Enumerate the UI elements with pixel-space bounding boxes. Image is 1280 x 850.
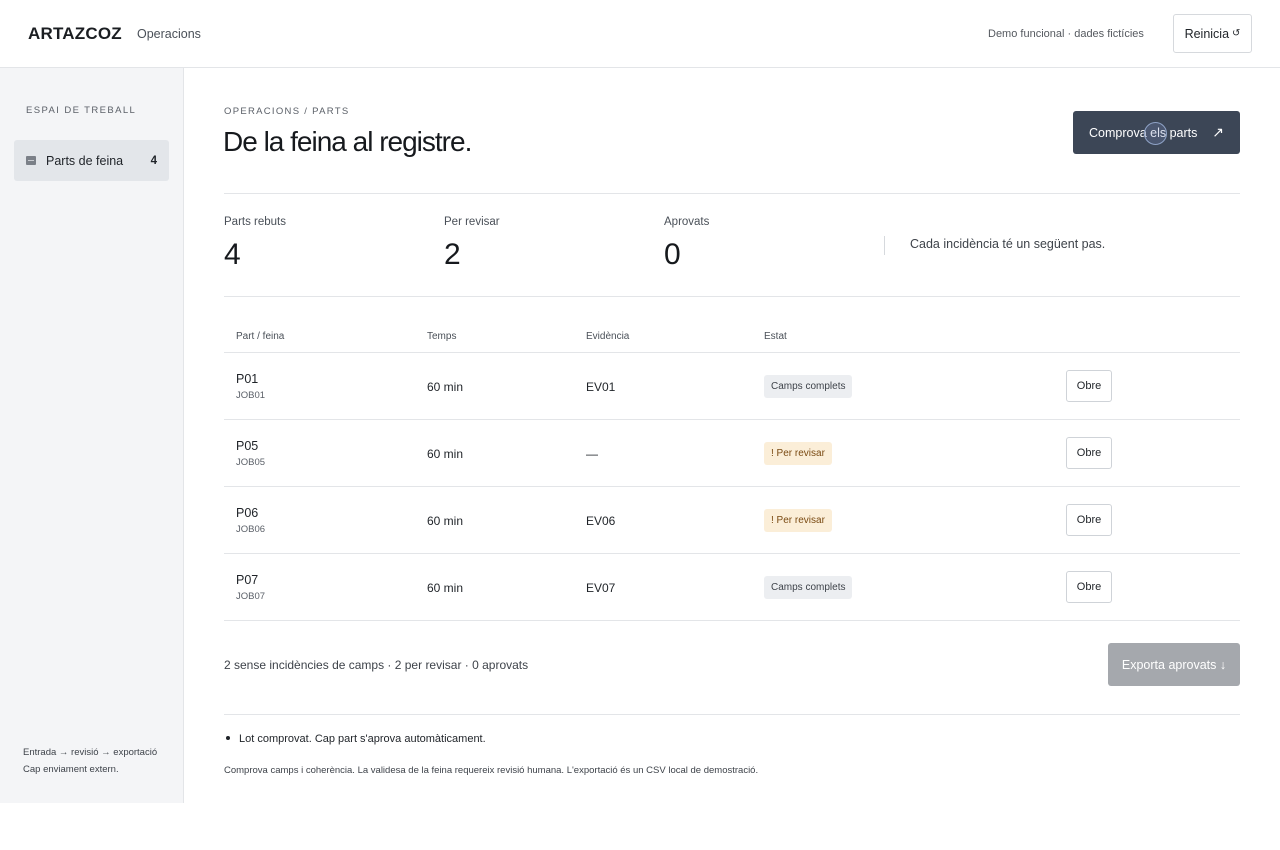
divider	[224, 714, 1240, 715]
job-id: JOB05	[236, 457, 266, 468]
open-button[interactable]: Obre	[1066, 437, 1112, 469]
sidebar-item-label: Parts de feina	[46, 153, 124, 168]
job-id: JOB01	[236, 390, 266, 401]
list-icon	[26, 156, 36, 165]
export-approved-button[interactable]: Exporta aprovats ↓	[1108, 643, 1240, 686]
bullet-icon	[226, 736, 230, 741]
table-row: P06 JOB06 60 min EV06 ! Per revisar Obre	[224, 487, 1240, 554]
table-row: P01 JOB01 60 min EV01 Camps complets Obr…	[224, 353, 1240, 420]
reset-icon: ↺	[1232, 28, 1241, 39]
sidebar-footer: Entrada → revisió → exportació Cap envia…	[23, 744, 157, 778]
evidence-cell: EV07	[586, 581, 616, 595]
divider	[224, 193, 1240, 194]
stat-label: Per revisar	[444, 216, 500, 228]
job-id: JOB07	[236, 591, 266, 602]
time-cell: 60 min	[427, 447, 464, 461]
top-bar: ARTAZCOZ Operacions Demo funcional · dad…	[0, 0, 1280, 68]
part-id: P07	[236, 573, 259, 587]
time-cell: 60 min	[427, 514, 464, 528]
evidence-cell: —	[586, 447, 598, 461]
column-header-part: Part / feina	[236, 331, 285, 342]
stat-value: 2	[444, 238, 461, 271]
open-button[interactable]: Obre	[1066, 370, 1112, 402]
open-button[interactable]: Obre	[1066, 504, 1112, 536]
evidence-cell: EV06	[586, 514, 616, 528]
part-id: P05	[236, 439, 259, 453]
breadcrumb: OPERACIONS / PARTS	[224, 106, 350, 117]
column-header-evidence: Evidència	[586, 331, 630, 342]
sidebar: ESPAI DE TREBALL Parts de feina 4 Entrad…	[0, 68, 184, 803]
disclaimer: Comprova camps i coherència. La validesa…	[224, 765, 759, 776]
part-id: P01	[236, 372, 259, 386]
time-cell: 60 min	[427, 581, 464, 595]
reset-button-label: Reinicia	[1184, 26, 1230, 41]
status-message: Lot comprovat. Cap part s'aprova automàt…	[226, 733, 486, 745]
app-name: Operacions	[137, 27, 201, 41]
brand-logo[interactable]: ARTAZCOZ	[28, 24, 122, 44]
table-row: P07 JOB07 60 min EV07 Camps complets Obr…	[224, 554, 1240, 621]
status-badge: ! Per revisar	[764, 509, 832, 532]
stat-note: Cada incidència té un següent pas.	[884, 236, 1105, 255]
column-header-status: Estat	[764, 331, 787, 342]
summary-text: 2 sense incidències de camps · 2 per rev…	[224, 658, 529, 672]
divider	[224, 296, 1240, 297]
part-id: P06	[236, 506, 259, 520]
time-cell: 60 min	[427, 380, 464, 394]
stat-to-review: Per revisar 2	[444, 216, 500, 272]
stat-label: Aprovats	[664, 216, 710, 228]
stat-label: Parts rebuts	[224, 216, 286, 228]
sidebar-item-count: 4	[150, 154, 157, 167]
table-row: P05 JOB05 60 min — ! Per revisar Obre	[224, 420, 1240, 487]
job-id: JOB06	[236, 524, 266, 535]
status-badge: Camps complets	[764, 576, 853, 599]
sidebar-heading: ESPAI DE TREBALL	[26, 105, 137, 116]
open-button[interactable]: Obre	[1066, 571, 1112, 603]
demo-note: Demo funcional · dades fictícies	[988, 28, 1144, 40]
check-parts-button[interactable]: Comprova els parts ↗	[1073, 111, 1240, 154]
stat-received: Parts rebuts 4	[224, 216, 286, 272]
status-badge: Camps complets	[764, 375, 853, 398]
column-header-time: Temps	[427, 331, 457, 342]
reset-button[interactable]: Reinicia ↺	[1173, 14, 1252, 53]
check-parts-label: Comprova els parts	[1089, 125, 1198, 140]
sidebar-footer-note: Cap enviament extern.	[23, 764, 119, 775]
status-badge: ! Per revisar	[764, 442, 832, 465]
page-title: De la feina al registre.	[223, 126, 472, 157]
sidebar-item-parts[interactable]: Parts de feina 4	[14, 140, 169, 181]
status-message-text: Lot comprovat. Cap part s'aprova automàt…	[239, 733, 486, 745]
sidebar-footer-flow: Entrada → revisió → exportació	[23, 747, 158, 758]
stat-value: 4	[224, 238, 241, 271]
evidence-cell: EV01	[586, 380, 616, 394]
stat-value: 0	[664, 238, 681, 271]
stat-approved: Aprovats 0	[664, 216, 709, 272]
arrow-up-right-icon: ↗	[1212, 124, 1224, 140]
